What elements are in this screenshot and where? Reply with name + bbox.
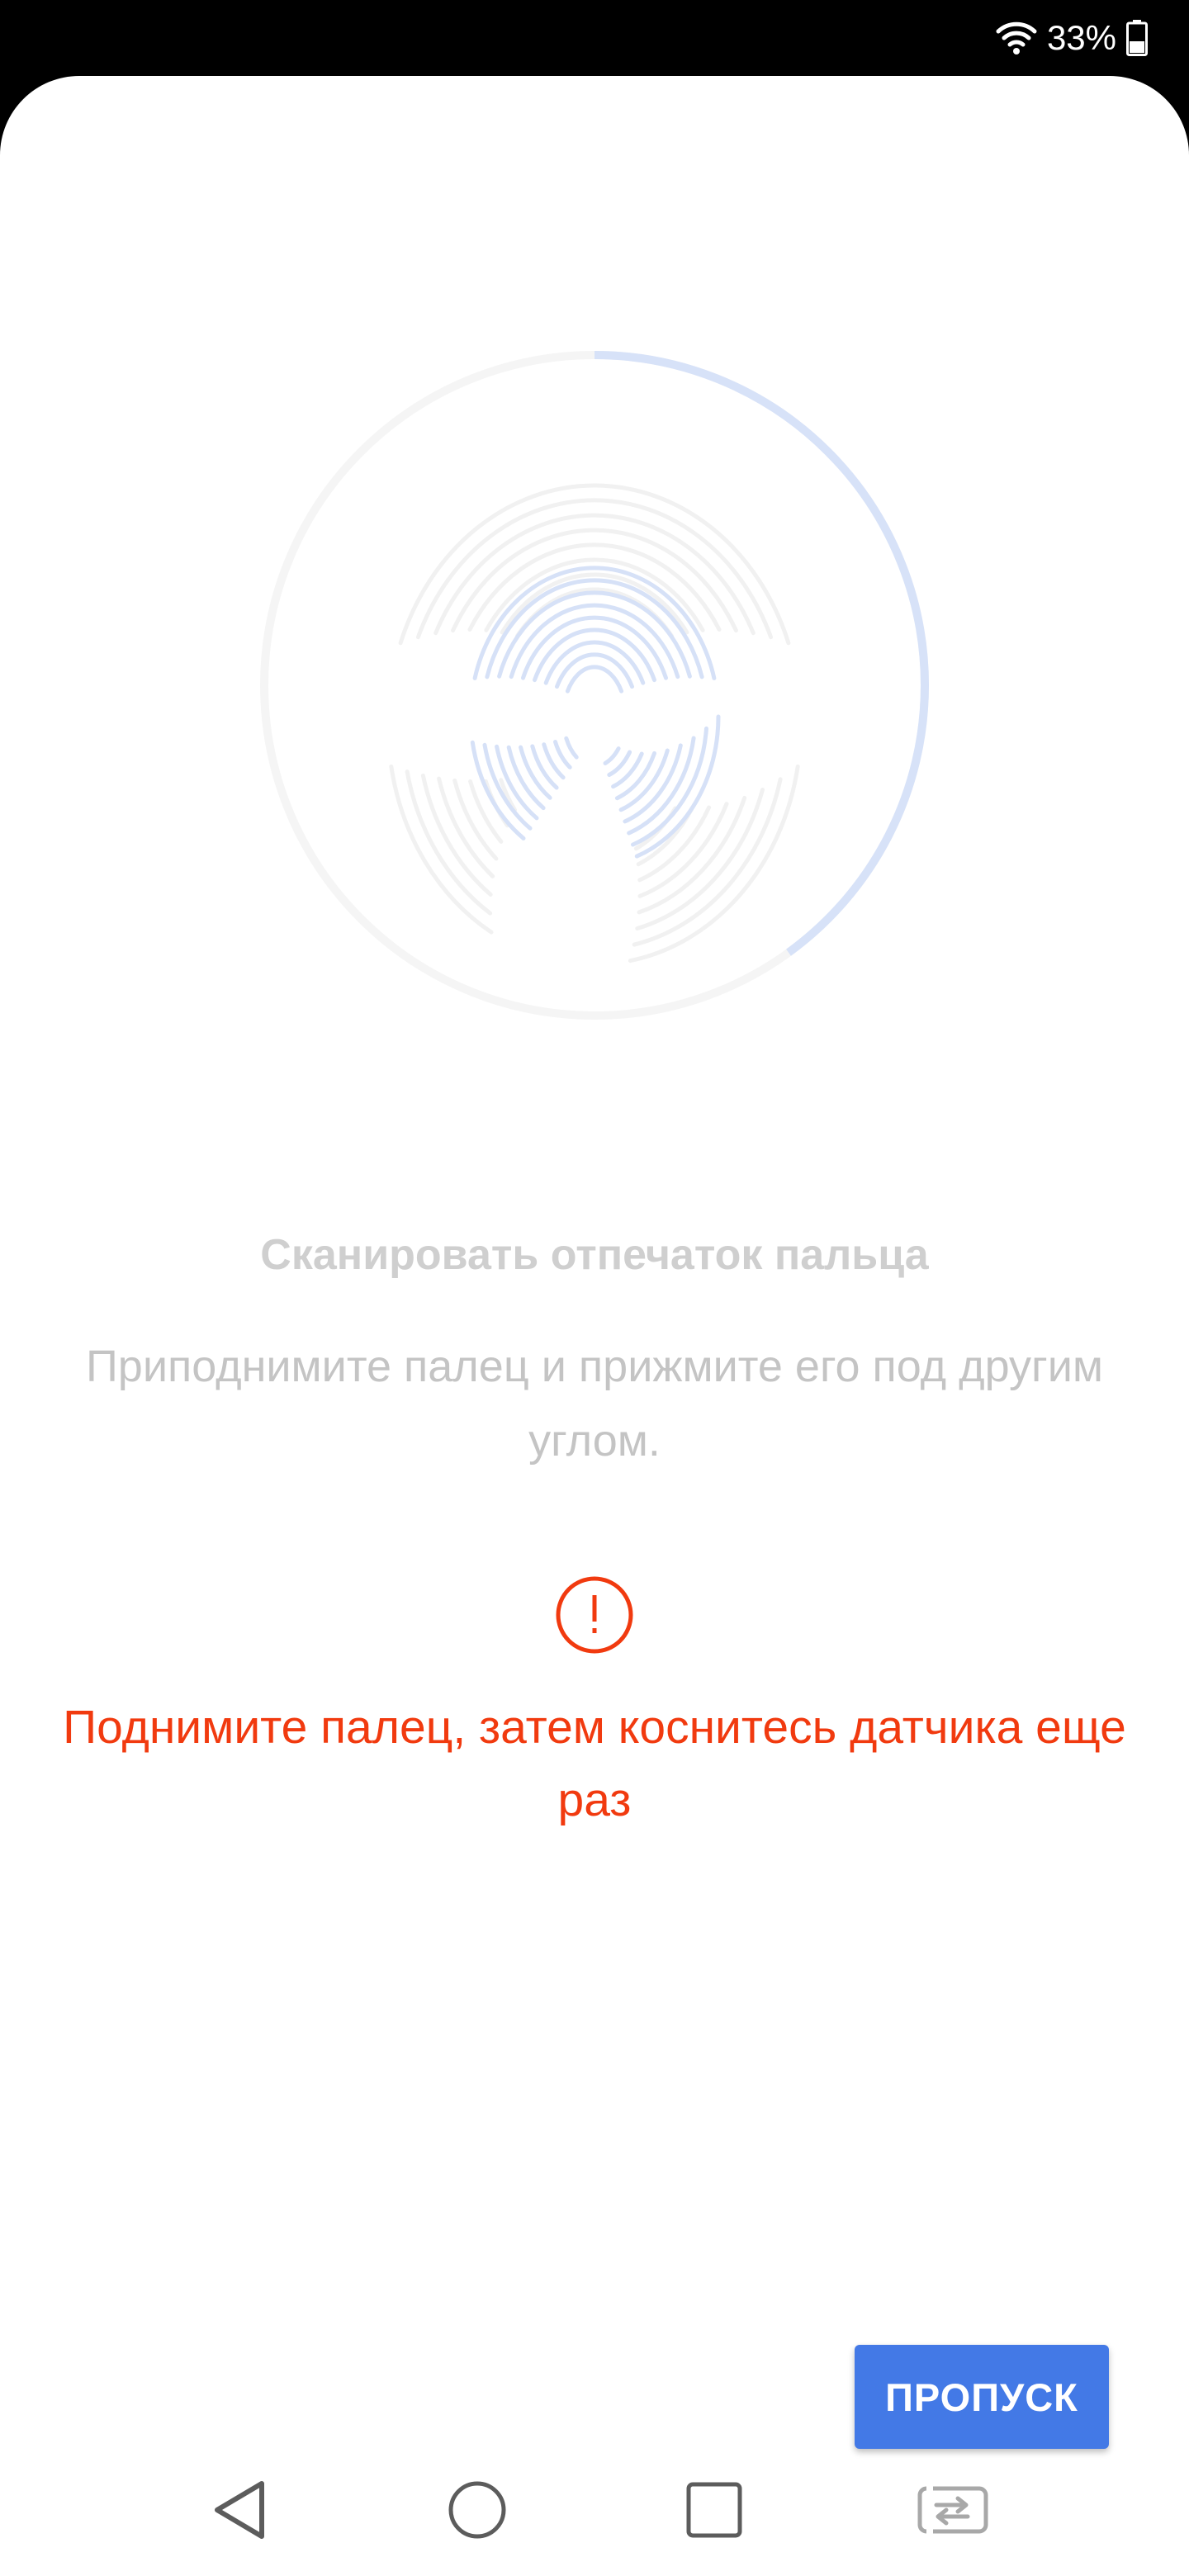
status-icons: 33% xyxy=(996,15,1148,61)
page-title: Сканировать отпечаток пальца xyxy=(260,1231,929,1279)
battery-icon xyxy=(1126,20,1148,56)
wifi-icon xyxy=(996,21,1037,54)
home-icon xyxy=(448,2481,506,2539)
status-bar: 33% xyxy=(0,0,1189,76)
instruction-text: Приподнимите палец и прижмите его под др… xyxy=(85,1342,1104,1466)
battery-percentage: 33% xyxy=(1046,18,1116,57)
fingerprint-progress-indicator xyxy=(254,345,935,1025)
alert-circle-icon xyxy=(556,1576,633,1654)
fingerprint-icon xyxy=(389,483,800,964)
recents-icon xyxy=(686,2482,742,2538)
home-button[interactable] xyxy=(436,2469,519,2551)
back-icon xyxy=(215,2481,264,2539)
error-message: Поднимите палец, затем коснитесь датчика… xyxy=(63,1701,1126,1826)
switch-icon xyxy=(917,2486,988,2534)
enrollment-screen: Сканировать отпечаток пальца Приподнимит… xyxy=(0,76,1189,2576)
recents-button[interactable] xyxy=(673,2469,756,2551)
navigation-bar xyxy=(0,2444,1189,2576)
skip-button[interactable]: ПРОПУСК xyxy=(855,2345,1109,2449)
back-button[interactable] xyxy=(198,2469,281,2551)
switch-button[interactable] xyxy=(911,2469,993,2551)
